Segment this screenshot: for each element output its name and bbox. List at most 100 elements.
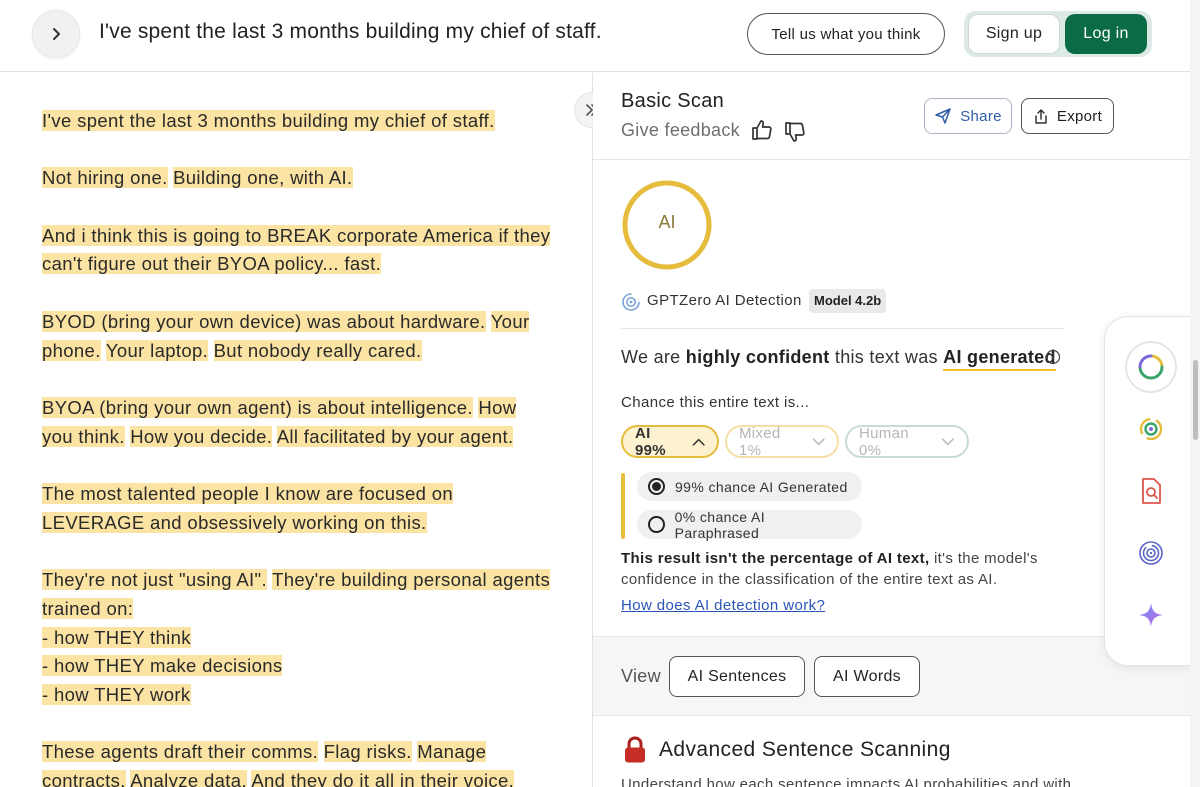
detector-name: GPTZero AI Detection bbox=[647, 292, 802, 309]
highlighted-sentence[interactable]: They're not just "using AI". bbox=[42, 569, 267, 591]
sparkle-icon bbox=[1139, 603, 1163, 627]
verdict-prefix: We are bbox=[621, 347, 686, 367]
export-button[interactable]: Export bbox=[1021, 98, 1114, 134]
send-icon bbox=[935, 108, 951, 124]
share-label: Share bbox=[960, 107, 1002, 125]
top-bar: I've spent the last 3 months building my… bbox=[0, 0, 1200, 72]
gptzero-logo-icon bbox=[622, 293, 640, 311]
scan-title: Basic Scan bbox=[621, 90, 725, 112]
ai-sentences-button[interactable]: AI Sentences bbox=[669, 656, 805, 697]
highlighted-sentence[interactable]: - how THEY work bbox=[42, 683, 191, 705]
tool-detector[interactable] bbox=[1125, 341, 1177, 393]
sentence-gap bbox=[208, 340, 214, 361]
verdict-confidence: highly confident bbox=[685, 347, 830, 367]
info-icon[interactable] bbox=[1045, 349, 1061, 365]
radio-unselected-icon bbox=[648, 516, 665, 533]
document-paragraph: They're not just "using AI". They're bui… bbox=[42, 566, 552, 710]
document-paragraph: BYOA (bring your own agent) is about int… bbox=[42, 394, 552, 451]
highlighted-sentence[interactable]: Your laptop. bbox=[105, 339, 209, 361]
view-label: View bbox=[621, 666, 661, 686]
chevron-down-icon bbox=[812, 437, 825, 445]
document-paragraph: BYOD (bring your own device) was about h… bbox=[42, 308, 552, 365]
chevron-right-icon bbox=[53, 28, 60, 40]
thumbs-up-icon[interactable] bbox=[750, 118, 774, 142]
tool-doc-search[interactable] bbox=[1125, 465, 1177, 517]
ai-percentage-pill[interactable]: AI 99% bbox=[621, 424, 719, 459]
document-paragraph: Not hiring one. Building one, with AI. bbox=[42, 164, 552, 193]
tool-target[interactable] bbox=[1125, 403, 1177, 455]
how-detection-works-link[interactable]: How does AI detection work? bbox=[621, 597, 825, 614]
detector-ring-icon bbox=[1138, 354, 1164, 380]
verdict-result[interactable]: AI generated bbox=[943, 347, 1056, 371]
highlighted-sentence[interactable]: BYOD (bring your own device) was about h… bbox=[42, 310, 486, 332]
radio-selected-icon bbox=[648, 478, 665, 495]
ai-paraphrased-label: 0% chance AI Paraphrased bbox=[674, 508, 765, 541]
sentence-gap bbox=[486, 311, 491, 332]
tool-fingerprint[interactable] bbox=[1125, 527, 1177, 579]
tool-strip bbox=[1104, 316, 1200, 666]
doc-search-icon bbox=[1142, 478, 1161, 504]
collapse-sidebar-button[interactable] bbox=[32, 10, 80, 58]
human-percentage-pill[interactable]: Human 0% bbox=[845, 424, 969, 459]
advanced-scanning-title: Advanced Sentence Scanning bbox=[659, 738, 951, 761]
verdict-middle: this text was bbox=[829, 347, 944, 367]
document-paragraph: And i think this is going to BREAK corpo… bbox=[42, 222, 552, 279]
target-icon bbox=[1139, 417, 1163, 441]
document-pane: I've spent the last 3 months building my… bbox=[0, 73, 592, 787]
result-note: This result isn't the percentage of AI t… bbox=[621, 548, 1061, 590]
verdict-text: We are highly confident this text was AI… bbox=[621, 347, 1056, 371]
chance-label: Chance this entire text is... bbox=[621, 394, 810, 411]
highlighted-sentence[interactable]: These agents draft their comms. bbox=[42, 741, 319, 763]
advanced-scanning-description: Understand how each sentence impacts AI … bbox=[621, 776, 1072, 787]
tool-sparkle[interactable] bbox=[1125, 589, 1177, 641]
ai-generated-option[interactable]: 99% chance AI Generated bbox=[637, 472, 862, 501]
lock-icon bbox=[625, 736, 645, 763]
share-button[interactable]: Share bbox=[924, 98, 1012, 134]
model-badge: Model 4.2b bbox=[809, 289, 887, 313]
human-pill-label: Human 0% bbox=[859, 424, 909, 459]
chevron-up-icon bbox=[692, 438, 705, 446]
document-paragraph: I've spent the last 3 months building my… bbox=[42, 107, 552, 136]
fingerprint-icon bbox=[1139, 541, 1163, 565]
highlighted-sentence[interactable]: I've spent the last 3 months building my… bbox=[42, 110, 495, 131]
document-paragraph: These agents draft their comms. Flag ris… bbox=[42, 738, 552, 787]
separator bbox=[593, 159, 1200, 160]
ai-accent-bar bbox=[621, 473, 625, 539]
export-label: Export bbox=[1056, 107, 1103, 125]
highlighted-sentence[interactable]: Flag risks. bbox=[323, 741, 412, 763]
sign-up-button[interactable]: Sign up bbox=[968, 14, 1060, 54]
highlighted-sentence[interactable]: And i think this is going to BREAK corpo… bbox=[42, 224, 551, 275]
highlighted-sentence[interactable]: Building one, with AI. bbox=[173, 167, 353, 189]
highlighted-sentence[interactable]: - how THEY make decisions bbox=[42, 655, 283, 677]
export-icon bbox=[1035, 108, 1047, 124]
highlighted-sentence[interactable]: And they do it all in their voice. bbox=[251, 770, 515, 787]
document-title: I've spent the last 3 months building my… bbox=[99, 20, 602, 43]
scrollbar-thumb[interactable] bbox=[1193, 360, 1198, 440]
tell-us-button[interactable]: Tell us what you think bbox=[747, 13, 945, 55]
highlighted-sentence[interactable]: How you decide. bbox=[130, 425, 273, 447]
highlighted-sentence[interactable]: But nobody really cared. bbox=[213, 339, 422, 361]
document-paragraph: The most talented people I know are focu… bbox=[42, 480, 552, 537]
thumbs-down-icon[interactable] bbox=[783, 120, 807, 144]
ai-ring-label: AI bbox=[658, 212, 676, 232]
mixed-pill-label: Mixed 1% bbox=[739, 424, 781, 459]
sentence-gap bbox=[318, 741, 324, 762]
highlighted-sentence[interactable]: Not hiring one. bbox=[42, 167, 168, 189]
highlighted-sentence[interactable]: Analyze data. bbox=[130, 770, 247, 787]
separator bbox=[621, 328, 1065, 329]
document-text: I've spent the last 3 months building my… bbox=[42, 107, 552, 787]
highlighted-sentence[interactable]: The most talented people I know are focu… bbox=[42, 483, 454, 533]
note-bold: This result isn't the percentage of AI t… bbox=[621, 550, 930, 567]
auth-button-group: Sign up Log in bbox=[964, 11, 1152, 57]
ai-words-button[interactable]: AI Words bbox=[814, 656, 920, 697]
ai-generated-label: 99% chance AI Generated bbox=[675, 478, 848, 495]
mixed-percentage-pill[interactable]: Mixed 1% bbox=[725, 424, 839, 459]
highlighted-sentence[interactable]: All facilitated by your agent. bbox=[276, 425, 514, 447]
ai-pill-label: AI 99% bbox=[635, 424, 666, 459]
chevron-down-icon bbox=[942, 437, 955, 445]
highlighted-sentence[interactable]: BYOA (bring your own agent) is about int… bbox=[42, 396, 473, 418]
log-in-button[interactable]: Log in bbox=[1065, 14, 1147, 54]
give-feedback-label: Give feedback bbox=[621, 120, 740, 140]
ai-paraphrased-option[interactable]: 0% chance AI Paraphrased bbox=[637, 508, 862, 541]
highlighted-sentence[interactable]: - how THEY think bbox=[42, 626, 191, 648]
